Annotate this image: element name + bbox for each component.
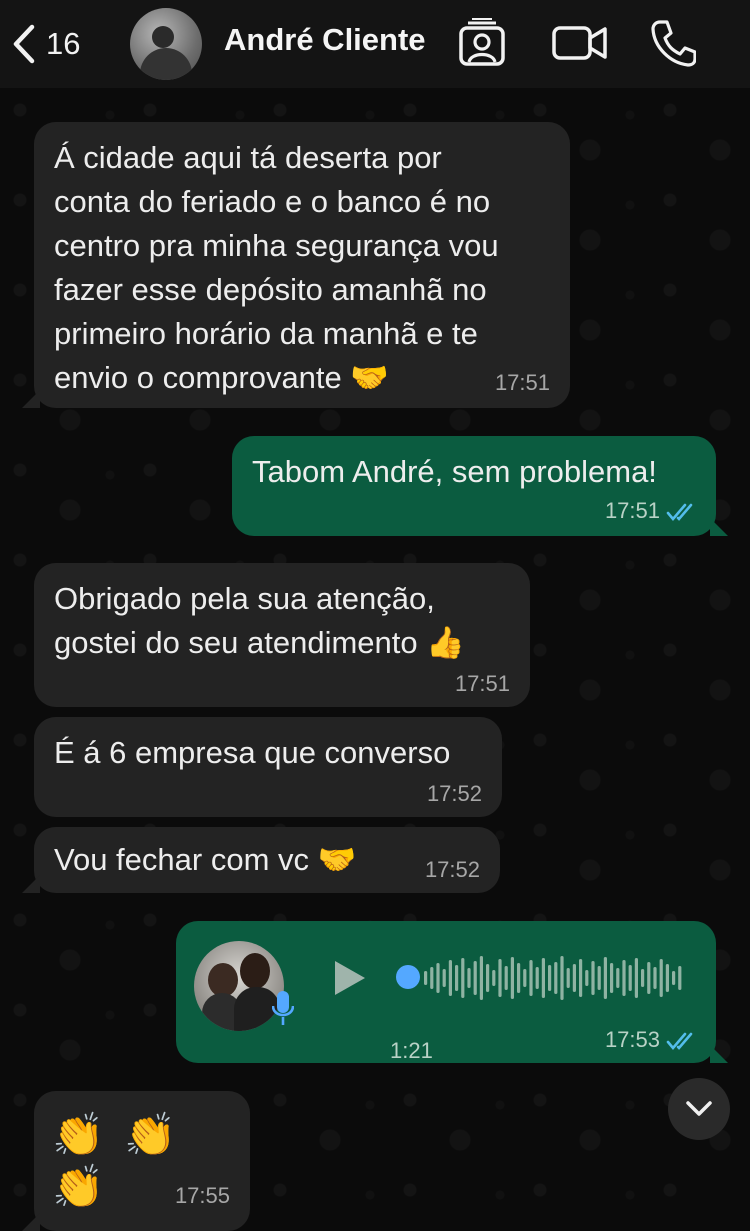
chevron-down-icon [686, 1101, 712, 1116]
playback-scrubber[interactable] [396, 965, 420, 989]
waveform-bar [579, 959, 583, 997]
chat-header: 16 André Cliente [0, 0, 750, 88]
message-time: 17:52 [426, 781, 482, 806]
message-bubble-outgoing[interactable]: Tabom André, sem problema! 17:51 [232, 436, 728, 536]
waveform-bar [647, 962, 651, 994]
waveform-bar [498, 959, 502, 997]
voice-message-bubble[interactable]: 1:21 17:53 [176, 921, 728, 1063]
waveform-bar [554, 962, 558, 994]
waveform-bar [461, 958, 465, 998]
voice-waveform[interactable] [396, 953, 686, 1003]
waveform-bar [523, 969, 527, 987]
contact-card-button[interactable] [458, 18, 506, 68]
message-bubble-incoming[interactable]: Á cidade aqui tá deserta por conta do fe… [22, 122, 570, 408]
double-check-icon [666, 1032, 693, 1051]
waveform-bar [492, 970, 496, 986]
message-time: 17:53 [604, 1027, 660, 1052]
message-text: Tabom André, sem problema! [252, 454, 657, 489]
waveform-bar [535, 967, 539, 989]
message-time: 17:51 [494, 370, 550, 395]
waveform-bar [479, 956, 483, 1000]
waveform-bar [448, 960, 452, 996]
message-bubble-incoming[interactable]: 👏 👏 👏 17:55 [22, 1091, 250, 1231]
video-call-icon [552, 26, 607, 60]
message-text: Vou fechar com vc 🤝 [54, 842, 357, 877]
mic-badge [271, 989, 295, 1039]
play-icon [335, 961, 365, 995]
waveform-bar [665, 964, 669, 992]
waveform-bar [566, 968, 570, 988]
contact-avatar[interactable] [130, 8, 202, 80]
waveform-bar [560, 956, 564, 1000]
double-check-icon [666, 503, 693, 522]
message-text: É á 6 empresa que converso [54, 735, 451, 770]
waveform-bar [467, 968, 471, 988]
waveform-bar [628, 965, 632, 991]
sender-avatar [194, 941, 284, 1031]
waveform-bar [622, 960, 626, 996]
message-bubble-incoming[interactable]: É á 6 empresa que converso 17:52 [34, 717, 502, 817]
waveform-bar [672, 971, 676, 985]
contact-card-icon [459, 18, 505, 66]
waveform-bar [541, 958, 545, 998]
waveform-bar [653, 967, 657, 989]
waveform-bar [610, 963, 614, 993]
message-time: 17:51 [604, 498, 660, 523]
waveform-bar [572, 964, 576, 992]
voice-duration: 1:21 [390, 1038, 433, 1063]
message-bubble-incoming[interactable]: Obrigado pela sua atenção, gostei do seu… [34, 563, 530, 707]
waveform-bar [517, 963, 521, 993]
waveform-bar [591, 961, 595, 995]
scroll-to-bottom-button[interactable] [668, 1078, 730, 1140]
contact-name[interactable]: André Cliente [224, 22, 426, 58]
message-time: 17:55 [174, 1183, 230, 1208]
waveform-bar [436, 963, 440, 993]
message-text: Á cidade aqui tá deserta por conta do fe… [54, 140, 499, 395]
waveform-bar [659, 959, 663, 997]
waveform-bar [473, 961, 477, 995]
waveform-bar [424, 971, 428, 985]
read-receipt [666, 1031, 698, 1051]
message-text: Obrigado pela sua atenção, gostei do seu… [54, 581, 465, 660]
back-chevron-icon [13, 24, 35, 64]
waveform-bar [529, 960, 533, 996]
waveform-bar [548, 965, 552, 991]
waveform-bar [442, 969, 446, 987]
mic-icon [271, 991, 295, 1025]
video-call-button[interactable] [552, 18, 608, 68]
waveform-bar [678, 966, 682, 990]
waveform-bar [641, 969, 645, 987]
waveform-bar [486, 964, 490, 992]
read-receipt [666, 502, 698, 522]
play-button[interactable] [332, 959, 368, 1009]
waveform-bar [504, 966, 508, 990]
message-time: 17:51 [454, 671, 510, 696]
waveform-bar [430, 967, 434, 989]
waveform-bar [597, 966, 601, 990]
waveform-bar [510, 957, 514, 999]
unread-count: 16 [46, 26, 81, 61]
waveform-bar [603, 957, 607, 999]
waveform-bar [585, 970, 589, 986]
message-time: 17:52 [424, 857, 480, 882]
waveform-bar [616, 968, 620, 988]
message-bubble-incoming[interactable]: Vou fechar com vc 🤝 17:52 [22, 827, 500, 893]
waveform-bar [634, 958, 638, 998]
waveform-bar [455, 965, 459, 991]
voice-call-button[interactable] [650, 18, 696, 68]
voice-call-icon [651, 20, 696, 67]
back-button[interactable]: 16 [10, 16, 80, 72]
